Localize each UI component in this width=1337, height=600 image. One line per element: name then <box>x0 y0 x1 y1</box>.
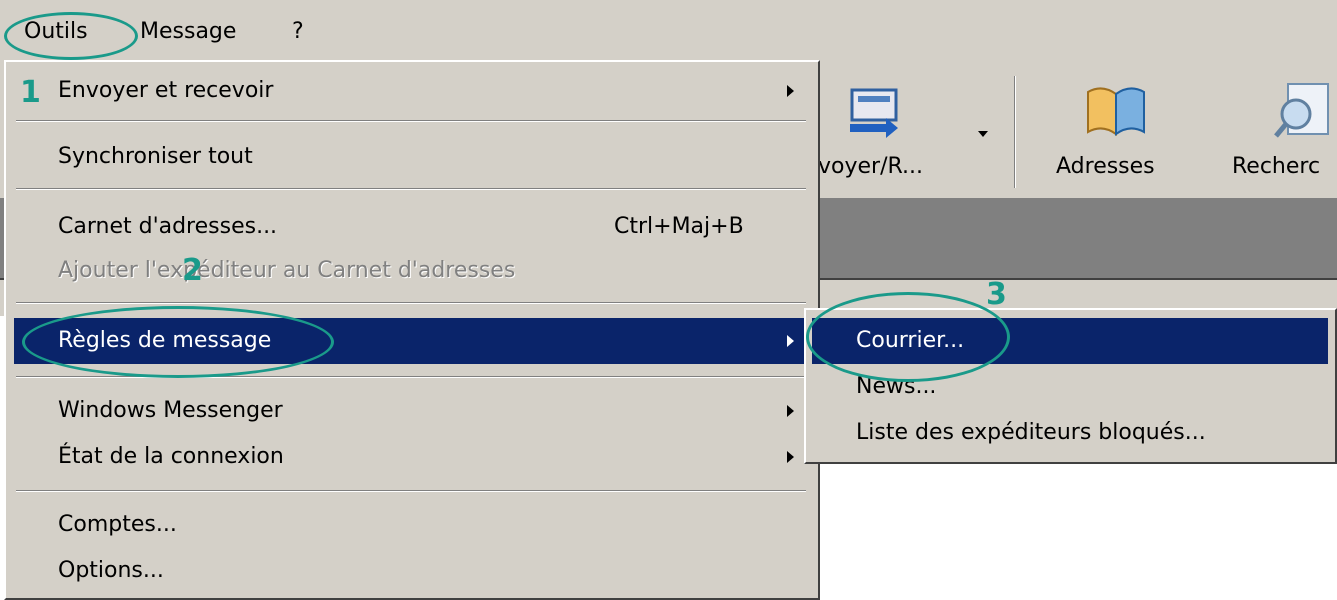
menu-help[interactable]: ? <box>292 14 304 50</box>
menu-separator <box>16 188 806 190</box>
message-rules-submenu: Courrier... News... Liste des expéditeur… <box>804 308 1337 464</box>
send-receive-icon[interactable] <box>846 84 910 146</box>
menu-item-options[interactable]: Options... <box>14 548 808 594</box>
menu-separator <box>16 120 806 122</box>
menu-item-label: Synchroniser tout <box>58 144 253 169</box>
annotation-step-2: 2 <box>182 253 203 288</box>
submenu-item-news[interactable]: News... <box>812 364 1328 410</box>
submenu-arrow-icon <box>787 405 794 417</box>
menu-item-sync-all[interactable]: Synchroniser tout <box>14 134 808 180</box>
menu-separator <box>16 376 806 378</box>
menu-item-connection-state[interactable]: État de la connexion <box>14 434 808 480</box>
menu-item-label: État de la connexion <box>58 444 284 469</box>
submenu-item-label: Liste des expéditeurs bloqués... <box>856 420 1206 445</box>
send-receive-button-label[interactable]: voyer/R... <box>818 152 923 182</box>
menu-separator <box>16 302 806 304</box>
menu-item-label: Windows Messenger <box>58 398 283 423</box>
menu-item-add-sender: Ajouter l'expéditeur au Carnet d'adresse… <box>14 248 808 294</box>
menu-item-label: Carnet d'adresses... <box>58 214 278 239</box>
dropdown-arrow-icon[interactable] <box>976 120 990 145</box>
submenu-item-label: Courrier... <box>856 328 965 353</box>
menu-item-label: Règles de message <box>58 328 272 353</box>
menu-separator <box>16 490 806 492</box>
submenu-item-mail[interactable]: Courrier... <box>812 318 1328 364</box>
menu-bar: Outils Message ? <box>0 0 1337 62</box>
toolbar-separator <box>1014 76 1016 188</box>
menu-item-label: Comptes... <box>58 512 177 537</box>
menu-item-label: Options... <box>58 558 164 583</box>
outils-dropdown-menu: Envoyer et recevoir Synchroniser tout Ca… <box>4 60 820 600</box>
menu-item-address-book[interactable]: Carnet d'adresses... Ctrl+Maj+B <box>14 204 808 250</box>
annotation-step-1: 1 <box>20 75 41 110</box>
submenu-item-blocked-senders[interactable]: Liste des expéditeurs bloqués... <box>812 410 1328 456</box>
submenu-arrow-icon <box>787 85 794 97</box>
annotation-step-3: 3 <box>986 277 1007 312</box>
find-button-label[interactable]: Recherc <box>1232 152 1320 182</box>
submenu-arrow-icon <box>787 335 794 347</box>
address-book-button-label[interactable]: Adresses <box>1056 152 1155 182</box>
find-icon[interactable] <box>1274 80 1337 146</box>
submenu-item-label: News... <box>856 374 937 399</box>
menu-outils[interactable]: Outils <box>24 14 88 50</box>
menu-item-windows-messenger[interactable]: Windows Messenger <box>14 388 808 434</box>
menu-item-label: Ajouter l'expéditeur au Carnet d'adresse… <box>58 258 516 283</box>
menu-item-accounts[interactable]: Comptes... <box>14 502 808 548</box>
address-book-icon[interactable] <box>1082 78 1152 146</box>
submenu-arrow-icon <box>787 451 794 463</box>
menu-message[interactable]: Message <box>140 14 236 50</box>
shortcut-label: Ctrl+Maj+B <box>614 214 744 239</box>
menu-item-send-receive[interactable]: Envoyer et recevoir <box>14 68 808 114</box>
menu-item-label: Envoyer et recevoir <box>58 78 274 103</box>
menu-item-message-rules[interactable]: Règles de message <box>14 318 808 364</box>
